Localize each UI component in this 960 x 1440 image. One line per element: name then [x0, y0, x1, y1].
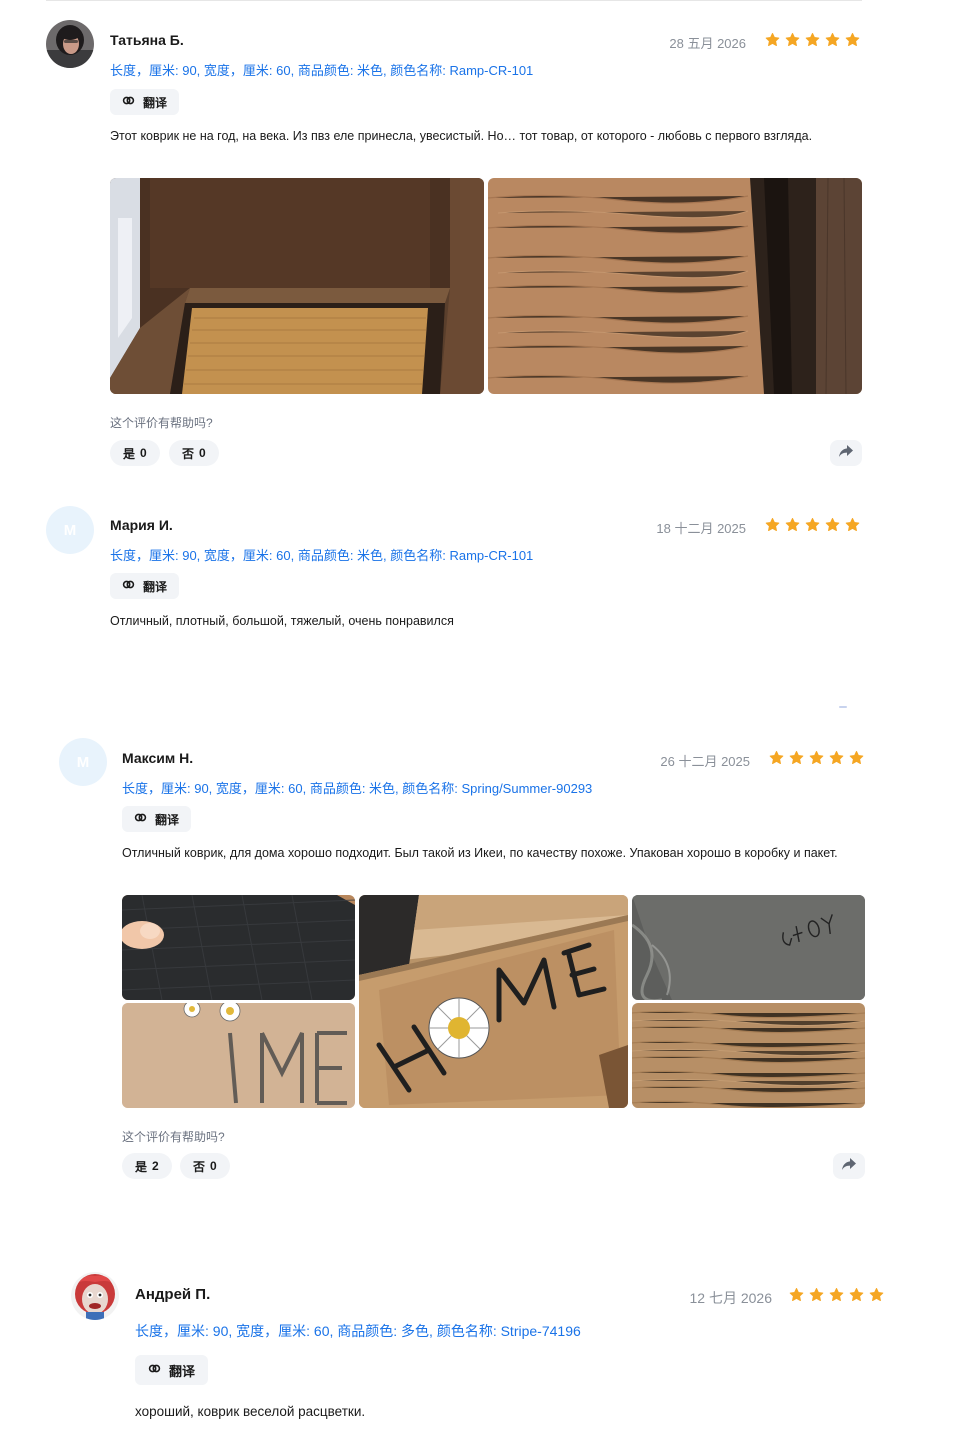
- review-text: Этот коврик не на год, на века. Из пвз е…: [110, 129, 813, 143]
- yes-count: 0: [140, 446, 147, 460]
- star-icon: [805, 32, 820, 47]
- variant-spec[interactable]: 长度，厘米: 90, 宽度，厘米: 60, 商品颜色: 米色, 颜色名称: Ra…: [110, 545, 533, 564]
- star-icon: [769, 750, 784, 765]
- yes-label: 是: [123, 446, 136, 461]
- translate-icon: [134, 811, 147, 827]
- review-text: Отличный коврик, для дома хорошо подходи…: [122, 846, 838, 860]
- translate-button[interactable]: 翻译: [122, 806, 192, 832]
- variant-spec[interactable]: 长度，厘米: 90, 宽度，厘米: 60, 商品颜色: 多色, 颜色名称: St…: [135, 1321, 581, 1341]
- star-icon: [829, 1287, 844, 1302]
- star-icon: [805, 517, 820, 532]
- scroll-indicator: [839, 706, 847, 708]
- translate-button[interactable]: 翻译: [110, 89, 180, 115]
- top-divider: [46, 0, 862, 1]
- review-card: Татьяна Б. 28 五月 2026 长度，厘米: 90, 宽度，厘米: …: [46, 20, 866, 480]
- review-date: 28 五月 2026: [669, 36, 746, 51]
- author-name[interactable]: Мария И.: [110, 517, 173, 533]
- review-card: M Максим Н. 26 十二月 2025 长度，厘米: 90, 宽度，厘米…: [59, 738, 879, 1188]
- translate-icon: [148, 1362, 161, 1378]
- star-icon: [845, 32, 860, 47]
- review-photo[interactable]: [359, 895, 628, 1108]
- yes-label: 是: [135, 1159, 148, 1174]
- star-rating: [768, 750, 865, 766]
- review-photo[interactable]: [488, 178, 862, 394]
- avatar[interactable]: M: [59, 738, 107, 786]
- share-button[interactable]: [830, 440, 862, 466]
- share-icon: [838, 444, 854, 463]
- no-count: 0: [199, 446, 206, 460]
- star-icon: [809, 750, 824, 765]
- share-button[interactable]: [833, 1153, 865, 1179]
- star-rating: [788, 1287, 885, 1303]
- no-label: 否: [193, 1159, 206, 1174]
- star-icon: [849, 1287, 864, 1302]
- star-icon: [825, 517, 840, 532]
- helpful-no-button[interactable]: 否0: [180, 1153, 230, 1179]
- review-photo[interactable]: [110, 178, 484, 394]
- star-icon: [829, 750, 844, 765]
- helpful-yes-button[interactable]: 是2: [122, 1153, 172, 1179]
- translate-label: 翻译: [169, 1363, 196, 1379]
- star-icon: [785, 32, 800, 47]
- star-icon: [789, 1287, 804, 1302]
- star-icon: [789, 750, 804, 765]
- star-icon: [849, 750, 864, 765]
- helpful-yes-button[interactable]: 是0: [110, 440, 160, 466]
- star-rating: [764, 32, 861, 48]
- share-icon: [841, 1157, 857, 1176]
- review-card: Андрей П. 12 七月 2026 长度，厘米: 90, 宽度，厘米: 6…: [71, 1272, 901, 1432]
- translate-label: 翻译: [143, 95, 168, 110]
- star-icon: [825, 32, 840, 47]
- author-name[interactable]: Андрей П.: [135, 1286, 210, 1303]
- star-rating: [764, 517, 861, 533]
- star-icon: [785, 517, 800, 532]
- no-label: 否: [182, 446, 195, 461]
- star-icon: [765, 32, 780, 47]
- translate-icon: [122, 578, 135, 594]
- star-icon: [809, 1287, 824, 1302]
- helpful-question: 这个评价有帮助吗?: [122, 1130, 225, 1144]
- avatar[interactable]: [46, 20, 94, 68]
- no-count: 0: [210, 1159, 217, 1173]
- star-icon: [765, 517, 780, 532]
- star-icon: [845, 517, 860, 532]
- star-icon: [869, 1287, 884, 1302]
- review-text: Отличный, плотный, большой, тяжелый, оче…: [110, 614, 454, 628]
- translate-button[interactable]: 翻译: [110, 573, 180, 599]
- review-photo[interactable]: [122, 1003, 355, 1108]
- yes-count: 2: [152, 1159, 159, 1173]
- author-name[interactable]: Татьяна Б.: [110, 32, 184, 48]
- translate-label: 翻译: [143, 579, 168, 594]
- translate-label: 翻译: [155, 812, 180, 827]
- review-date: 12 七月 2026: [689, 1290, 773, 1306]
- review-photo[interactable]: [122, 895, 355, 1000]
- helpful-no-button[interactable]: 否0: [169, 440, 219, 466]
- variant-spec[interactable]: 长度，厘米: 90, 宽度，厘米: 60, 商品颜色: 米色, 颜色名称: Sp…: [122, 778, 592, 797]
- review-card: M Мария И. 18 十二月 2025 长度，厘米: 90, 宽度，厘米:…: [46, 506, 866, 646]
- review-photo[interactable]: [632, 895, 865, 1000]
- author-name[interactable]: Максим Н.: [122, 750, 193, 766]
- review-photo[interactable]: [632, 1003, 865, 1108]
- review-date: 26 十二月 2025: [660, 754, 750, 769]
- translate-icon: [122, 94, 135, 110]
- helpful-question: 这个评价有帮助吗?: [110, 416, 213, 430]
- review-text: хороший, коврик веселой расцветки.: [135, 1404, 366, 1419]
- avatar[interactable]: [71, 1272, 119, 1320]
- translate-button[interactable]: 翻译: [135, 1355, 209, 1385]
- review-date: 18 十二月 2025: [656, 521, 746, 536]
- variant-spec[interactable]: 长度，厘米: 90, 宽度，厘米: 60, 商品颜色: 米色, 颜色名称: Ra…: [110, 60, 533, 79]
- avatar[interactable]: M: [46, 506, 94, 554]
